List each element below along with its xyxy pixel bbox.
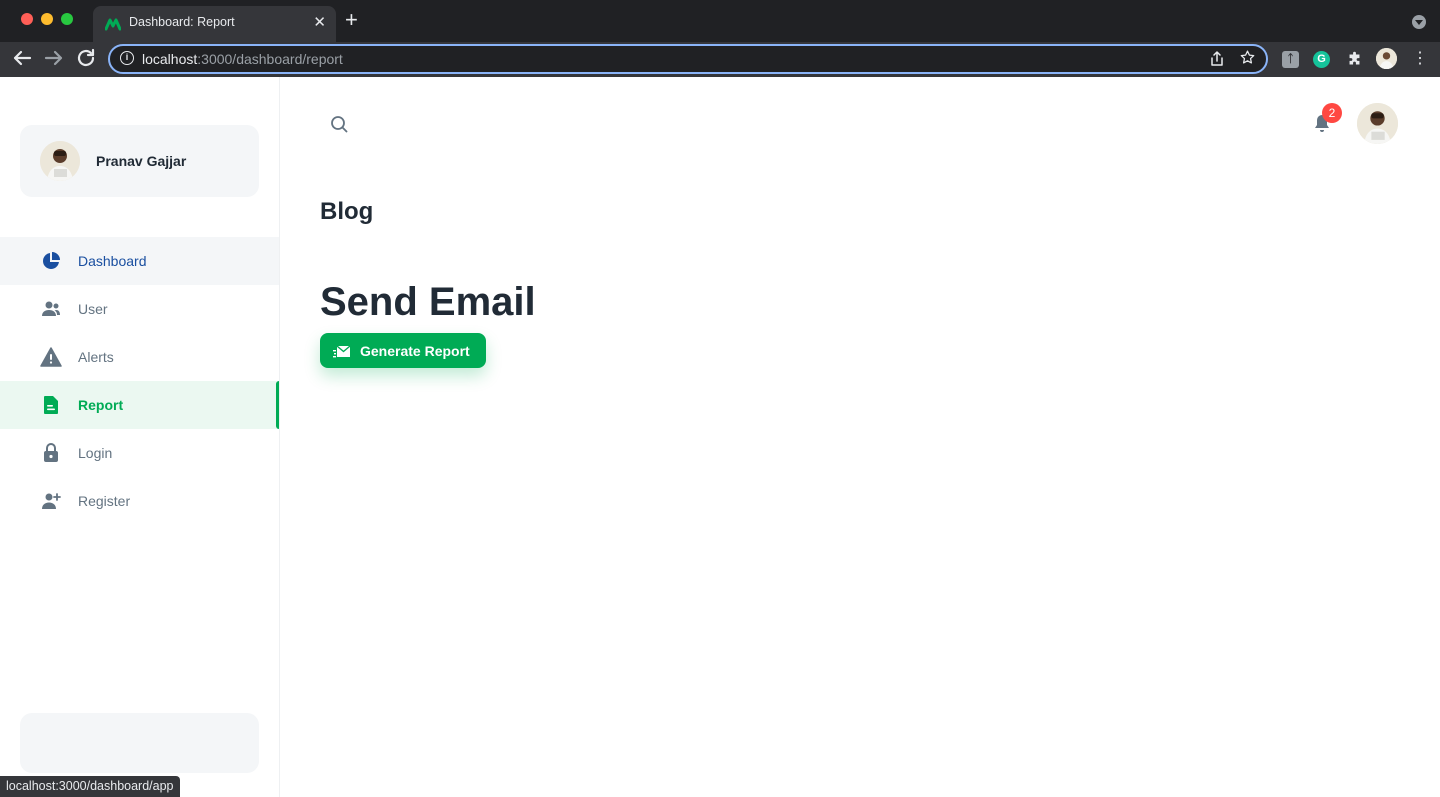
file-text-icon [40, 394, 62, 416]
address-bar[interactable]: i localhost:3000/dashboard/report [108, 44, 1268, 74]
forward-arrow-icon[interactable] [42, 46, 66, 70]
sidebar-item-label: Dashboard [78, 253, 147, 269]
sidebar-item-label: Register [78, 493, 131, 509]
sidebar-nav: Dashboard User Alerts Report Login Regis… [0, 237, 279, 525]
generate-report-button[interactable]: Generate Report [320, 333, 486, 368]
new-tab-button[interactable]: + [345, 9, 358, 31]
lock-icon [40, 442, 62, 464]
account-name: Pranav Gajjar [96, 153, 187, 169]
browser-menu-icon[interactable]: ⋮ [1412, 50, 1428, 68]
sidebar-item-register[interactable]: Register [0, 477, 279, 525]
tab-close-icon[interactable]: ✕ [313, 13, 326, 31]
avatar [40, 141, 80, 181]
browser-toolbar: i localhost:3000/dashboard/report ᛏ G ⋮ [0, 42, 1440, 77]
sidebar-item-label: Report [78, 397, 124, 413]
site-logo-icon [105, 18, 121, 31]
browser-profile-avatar[interactable] [1376, 48, 1397, 69]
grammarly-icon[interactable]: G [1313, 51, 1330, 68]
url-path: :3000/dashboard/report [197, 51, 343, 67]
maximize-window-button[interactable] [61, 13, 73, 25]
send-email-icon [333, 344, 351, 357]
tab-search-icon[interactable] [1412, 15, 1426, 29]
person-add-icon [40, 490, 62, 512]
sidebar-item-alerts[interactable]: Alerts [0, 333, 279, 381]
browser-tab-bar: Dashboard: Report ✕ + [0, 0, 1440, 42]
tab-title: Dashboard: Report [129, 15, 235, 29]
sidebar-item-report[interactable]: Report [0, 381, 279, 429]
people-icon [40, 298, 62, 320]
bookmark-star-icon[interactable] [1239, 49, 1256, 66]
back-arrow-icon[interactable] [10, 46, 34, 70]
sidebar-item-label: Alerts [78, 349, 114, 365]
reload-icon[interactable] [74, 46, 98, 70]
section-title: Send Email [320, 280, 536, 324]
main-content: 2 Blog Send Email Generate Report [280, 77, 1440, 797]
account-card[interactable]: Pranav Gajjar [20, 125, 259, 197]
browser-tab-active[interactable]: Dashboard: Report ✕ [93, 6, 336, 42]
page-title: Blog [320, 198, 374, 225]
puzzle-extensions-icon[interactable] [1346, 51, 1363, 68]
extension-icon[interactable]: ᛏ [1282, 51, 1299, 68]
url-host: localhost [142, 51, 198, 67]
sidebar-item-label: Login [78, 445, 113, 461]
avatar[interactable] [1357, 103, 1398, 144]
share-icon[interactable] [1210, 51, 1224, 67]
sidebar-item-user[interactable]: User [0, 285, 279, 333]
sidebar-item-dashboard[interactable]: Dashboard [0, 237, 279, 285]
sidebar-item-label: User [78, 301, 108, 317]
notification-badge: 2 [1322, 103, 1342, 123]
sidebar-footer-card [20, 713, 259, 773]
close-window-button[interactable] [21, 13, 33, 25]
generate-report-label: Generate Report [360, 342, 470, 359]
search-icon[interactable] [328, 113, 350, 135]
pie-chart-icon [40, 250, 62, 272]
browser-status-url: localhost:3000/dashboard/app [0, 776, 180, 797]
alert-triangle-icon [40, 346, 62, 368]
minimize-window-button[interactable] [41, 13, 53, 25]
sidebar-item-login[interactable]: Login [0, 429, 279, 477]
sidebar: Pranav Gajjar Dashboard User Alerts Repo… [0, 77, 280, 797]
site-info-icon[interactable]: i [120, 51, 134, 65]
url-text[interactable]: localhost:3000/dashboard/report [142, 51, 343, 67]
